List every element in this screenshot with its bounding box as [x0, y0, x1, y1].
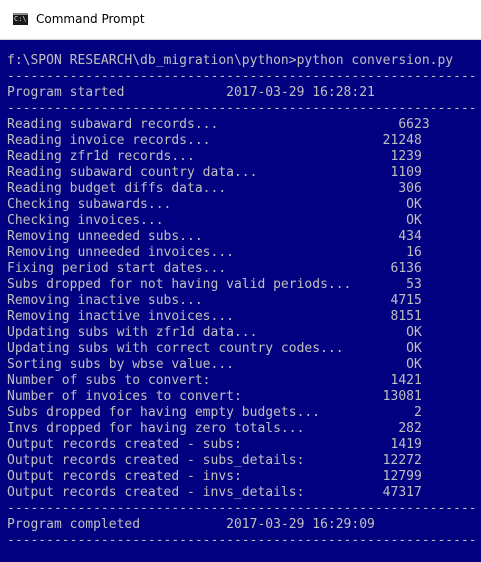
console-line: Sorting subs by wbse value... OK: [7, 357, 422, 372]
console-line: Output records created - invs: 12799: [7, 469, 422, 484]
command-prompt-window: C:\ Command Prompt f:\SPON RESEARCH\db_m…: [0, 0, 481, 562]
cmd-icon-glyph: C:\: [14, 15, 27, 23]
console-line: Removing unneeded invoices... 16: [7, 245, 422, 260]
console-line: ----------------------------------------…: [7, 101, 477, 116]
console-output: f:\SPON RESEARCH\db_migration\python>pyt…: [7, 53, 477, 549]
console-line: Invs dropped for having zero totals... 2…: [7, 421, 422, 436]
console-line: f:\SPON RESEARCH\db_migration\python>pyt…: [7, 53, 454, 68]
console-line: Reading budget diffs data... 306: [7, 181, 422, 196]
console-line: Checking subawards... OK: [7, 197, 422, 212]
console-line: Removing inactive subs... 4715: [7, 293, 422, 308]
console-area[interactable]: f:\SPON RESEARCH\db_migration\python>pyt…: [0, 40, 481, 562]
console-line: Number of invoices to convert: 13081: [7, 389, 422, 404]
console-line: Output records created - invs_details: 4…: [7, 485, 422, 500]
console-line: Output records created - subs: 1419: [7, 437, 422, 452]
console-line: Output records created - subs_details: 1…: [7, 453, 422, 468]
console-line: Updating subs with correct country codes…: [7, 341, 422, 356]
console-line: Reading invoice records... 21248: [7, 133, 422, 148]
console-line: ----------------------------------------…: [7, 69, 477, 84]
console-line: Subs dropped for not having valid period…: [7, 277, 422, 292]
console-line: Subs dropped for having empty budgets...…: [7, 405, 422, 420]
console-line: Removing inactive invoices... 8151: [7, 309, 422, 324]
console-line: Checking invoices... OK: [7, 213, 422, 228]
console-line: ----------------------------------------…: [7, 501, 477, 516]
console-line: Fixing period start dates... 6136: [7, 261, 422, 276]
cmd-icon: C:\: [13, 13, 28, 25]
console-line: Updating subs with zfr1d data... OK: [7, 325, 422, 340]
console-line: Removing unneeded subs... 434: [7, 229, 422, 244]
console-line: Reading zfr1d records... 1239: [7, 149, 422, 164]
console-line: Reading subaward country data... 1109: [7, 165, 422, 180]
title-bar[interactable]: C:\ Command Prompt: [0, 0, 481, 40]
window-title: Command Prompt: [36, 12, 145, 26]
console-line: Program completed 2017-03-29 16:29:09: [7, 517, 375, 532]
console-line: Program started 2017-03-29 16:28:21: [7, 85, 375, 100]
console-line: Reading subaward records... 6623: [7, 117, 430, 132]
console-line: Number of subs to convert: 1421: [7, 373, 422, 388]
console-line: ----------------------------------------…: [7, 533, 477, 548]
